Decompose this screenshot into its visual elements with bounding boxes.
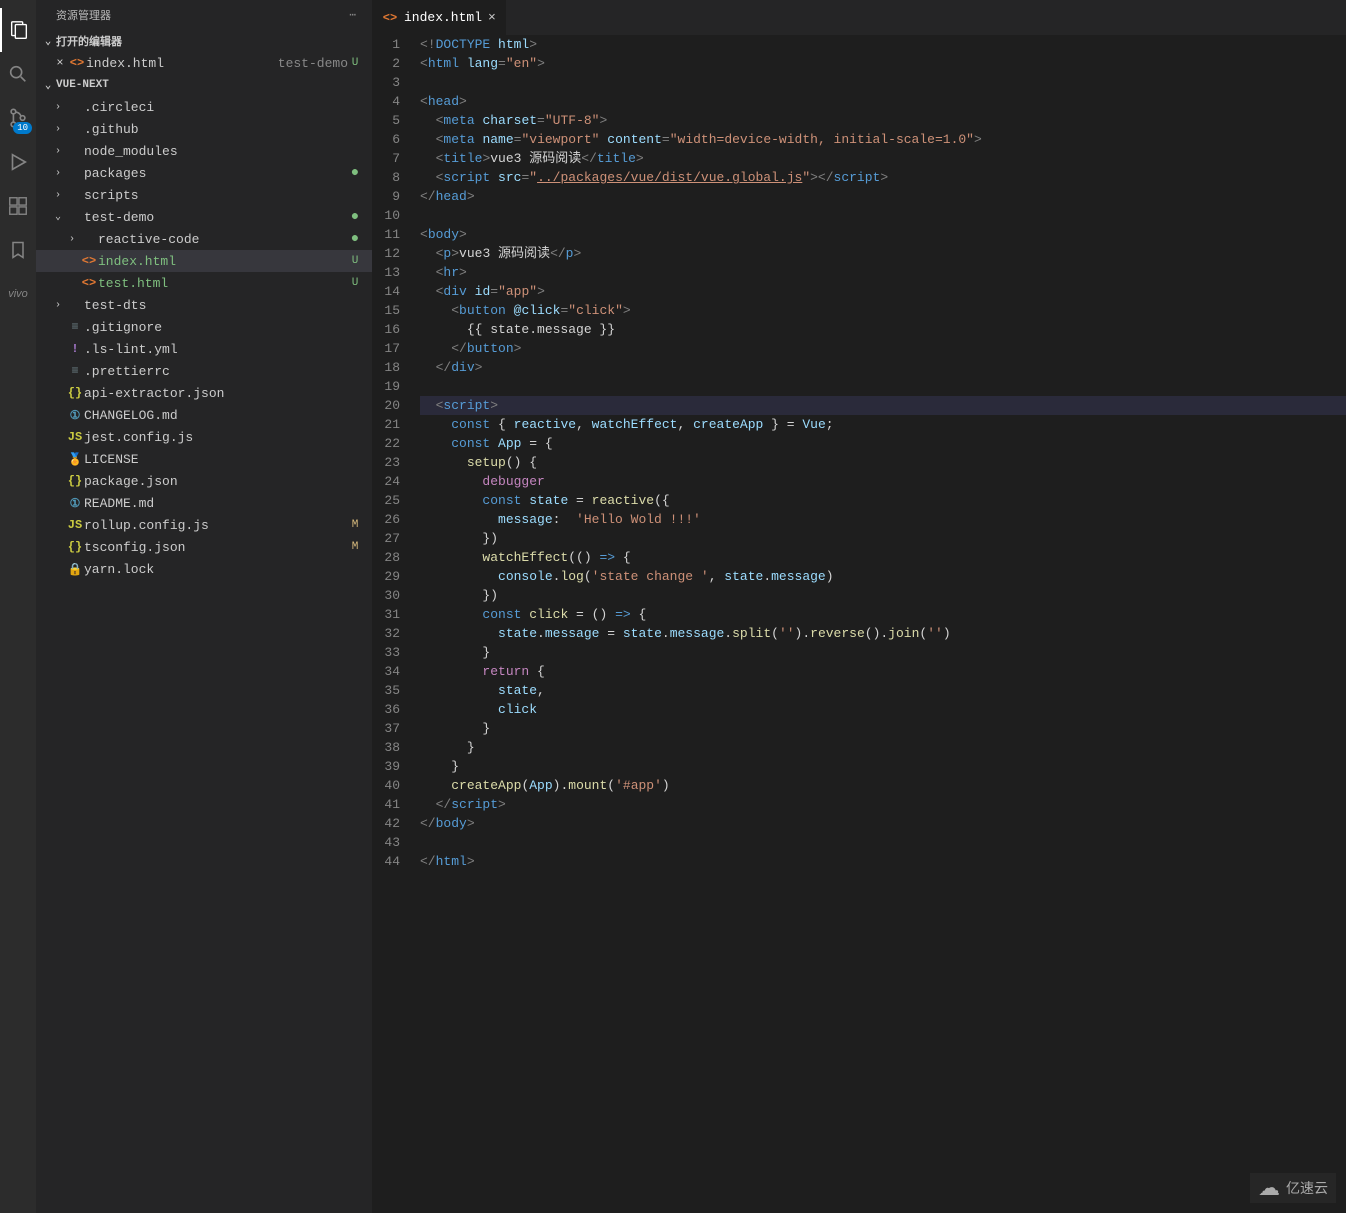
editor[interactable]: 1234567891011121314151617181920212223242… [372,35,1346,1213]
folder-item[interactable]: ›reactive-code● [36,228,372,250]
open-editor-item[interactable]: ×<>index.htmltest-demoU [36,52,372,74]
extensions-icon[interactable] [0,184,36,228]
file-item[interactable]: <>index.htmlU [36,250,372,272]
file-item[interactable]: <>test.htmlU [36,272,372,294]
watermark: ☁ 亿速云 [1250,1173,1336,1203]
chevron-icon: › [50,190,66,201]
editor-area: <> index.html × 123456789101112131415161… [372,0,1346,1213]
chevron-icon: › [50,300,66,311]
more-icon[interactable]: ⋯ [349,8,356,22]
folder-item[interactable]: ›.circleci [36,96,372,118]
json-icon: {} [67,473,83,489]
file-tree: ›.circleci›.github›node_modules›packages… [36,96,372,1213]
chevron-icon: › [50,102,66,113]
chevron-icon: › [50,168,66,179]
conf-icon: ≡ [67,319,83,335]
chevron-icon: › [50,124,66,135]
source-control-icon[interactable]: 10 [0,96,36,140]
chevron-icon: › [50,146,66,157]
lic-icon: 🏅 [67,451,83,467]
md-icon: ① [67,495,83,511]
file-item[interactable]: ≡.prettierrc [36,360,372,382]
tab-index-html[interactable]: <> index.html × [372,0,507,35]
open-editors-header[interactable]: ⌄ 打开的编辑器 [36,30,372,52]
file-item[interactable]: JSjest.config.js [36,426,372,448]
run-debug-icon[interactable] [0,140,36,184]
file-item[interactable]: ≡.gitignore [36,316,372,338]
json-icon: {} [67,385,83,401]
project-header[interactable]: ⌄ VUE-NEXT [36,74,372,96]
close-icon[interactable]: × [488,10,496,25]
json-icon: {} [67,539,83,555]
open-editors-list: ×<>index.htmltest-demoU [36,52,372,74]
folder-item[interactable]: ›.github [36,118,372,140]
html-icon: <> [81,275,97,291]
file-item[interactable]: {}api-extractor.json [36,382,372,404]
file-item[interactable]: {}package.json [36,470,372,492]
file-item[interactable]: 🏅LICENSE [36,448,372,470]
sidebar-header: 资源管理器 ⋯ [36,0,372,30]
folder-item[interactable]: ⌄test-demo● [36,206,372,228]
js-icon: JS [67,517,83,533]
file-item[interactable]: ①README.md [36,492,372,514]
folder-item[interactable]: ›test-dts [36,294,372,316]
search-icon[interactable] [0,52,36,96]
file-item[interactable]: !.ls-lint.yml [36,338,372,360]
html-icon: <> [69,55,85,71]
tab-label: index.html [404,10,482,25]
chevron-icon: › [64,234,80,245]
folder-item[interactable]: ›node_modules [36,140,372,162]
bookmark-icon[interactable] [0,228,36,272]
file-item[interactable]: ①CHANGELOG.md [36,404,372,426]
vivo-icon[interactable]: vivo [0,272,36,316]
activity-bar: 10 vivo [0,0,36,1213]
js-icon: JS [67,429,83,445]
explorer-icon[interactable] [0,8,36,52]
sidebar: 资源管理器 ⋯ ⌄ 打开的编辑器 ×<>index.htmltest-demoU… [36,0,372,1213]
html-icon: <> [81,253,97,269]
conf-icon: ≡ [67,363,83,379]
folder-item[interactable]: ›scripts [36,184,372,206]
file-item[interactable]: 🔒yarn.lock [36,558,372,580]
sidebar-title: 资源管理器 [56,7,111,23]
file-item[interactable]: JSrollup.config.jsM [36,514,372,536]
line-gutter: 1234567891011121314151617181920212223242… [372,35,420,1213]
scm-badge: 10 [13,122,32,134]
cloud-icon: ☁ [1258,1175,1280,1201]
editor-tabs: <> index.html × [372,0,1346,35]
txt-icon: 🔒 [67,561,83,577]
html-icon: <> [382,10,398,26]
close-icon[interactable]: × [52,56,68,70]
chevron-icon: ⌄ [50,211,66,223]
code-content[interactable]: <!DOCTYPE html><html lang="en"><head> <m… [420,35,1346,1213]
file-item[interactable]: {}tsconfig.jsonM [36,536,372,558]
folder-item[interactable]: ›packages● [36,162,372,184]
md-icon: ① [67,407,83,423]
yml-icon: ! [67,341,83,357]
